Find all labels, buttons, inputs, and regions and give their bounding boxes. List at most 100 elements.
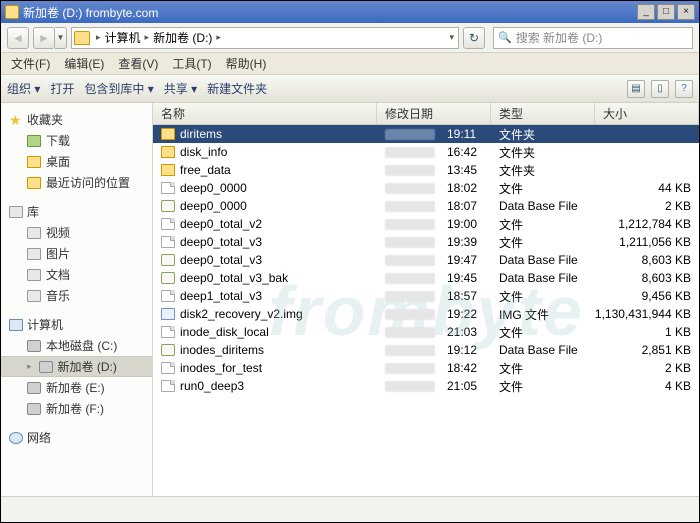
file-row[interactable]: free_data13:45文件夹 (153, 161, 699, 179)
preview-pane-button[interactable]: ▯ (651, 80, 669, 98)
file-row[interactable]: deep0_total_v219:00文件1,212,784 KB (153, 215, 699, 233)
sidebar-item-desktop[interactable]: 桌面 (1, 151, 152, 172)
file-row[interactable]: disk2_recovery_v2.img19:22IMG 文件1,130,43… (153, 305, 699, 323)
file-row[interactable]: deep0_total_v319:47Data Base File8,603 K… (153, 251, 699, 269)
column-name[interactable]: 名称 (153, 103, 377, 124)
redacted-date (385, 363, 435, 374)
file-row[interactable]: deep0_total_v319:39文件1,211,056 KB (153, 233, 699, 251)
file-list[interactable]: frombyte diritems19:11文件夹disk_info16:42文… (153, 125, 699, 496)
breadcrumb-computer[interactable]: 计算机 (103, 29, 143, 46)
disk-icon (27, 340, 41, 352)
file-row[interactable]: inode_disk_local21:03文件1 KB (153, 323, 699, 341)
sidebar-favorites-header[interactable]: ★收藏夹 (1, 109, 152, 130)
file-name: deep0_total_v3 (180, 235, 262, 249)
sidebar-item-video[interactable]: 视频 (1, 222, 152, 243)
file-type-cell: Data Base File (491, 343, 595, 357)
sidebar-item-documents[interactable]: 文档 (1, 264, 152, 285)
toolbar-include[interactable]: 包含到库中 ▾ (84, 80, 153, 97)
video-icon (27, 227, 41, 239)
sidebar-item-recent[interactable]: 最近访问的位置 (1, 172, 152, 193)
file-date-cell: 21:05 (377, 379, 491, 393)
sidebar-libraries-header[interactable]: 库 (1, 201, 152, 222)
sidebar-network-header[interactable]: 网络 (1, 427, 152, 448)
toolbar-share[interactable]: 共享 ▾ (164, 80, 197, 97)
chevron-right-icon: ▸ (27, 361, 32, 372)
back-button[interactable]: ◄ (7, 27, 29, 49)
file-time: 18:42 (447, 361, 477, 375)
minimize-button[interactable]: _ (637, 4, 655, 20)
file-row[interactable]: deep1_total_v318:57文件9,456 KB (153, 287, 699, 305)
file-size-cell: 2 KB (595, 199, 699, 213)
titlebar[interactable]: 新加卷 (D:) frombyte.com _ □ × (1, 1, 699, 23)
file-row[interactable]: run0_deep321:05文件4 KB (153, 377, 699, 395)
nav-history-dropdown[interactable]: ▼ (55, 27, 67, 49)
column-type[interactable]: 类型 (491, 103, 595, 124)
file-name-cell: deep1_total_v3 (153, 289, 377, 303)
close-button[interactable]: × (677, 4, 695, 20)
file-icon (161, 218, 175, 230)
file-row[interactable]: deep0_000018:07Data Base File2 KB (153, 197, 699, 215)
redacted-date (385, 273, 435, 284)
forward-button[interactable]: ► (33, 27, 55, 49)
file-row[interactable]: deep0_000018:02文件44 KB (153, 179, 699, 197)
refresh-button[interactable]: ↻ (463, 27, 485, 49)
file-size-cell: 4 KB (595, 379, 699, 393)
column-date[interactable]: 修改日期 (377, 103, 491, 124)
sidebar-computer-header[interactable]: 计算机 (1, 314, 152, 335)
menu-file[interactable]: 文件(F) (5, 53, 56, 74)
desktop-icon (27, 156, 41, 168)
menu-view[interactable]: 查看(V) (112, 53, 164, 74)
chevron-right-icon: ▸ (143, 32, 152, 43)
toolbar-open[interactable]: 打开 (50, 80, 74, 97)
file-name: inode_disk_local (180, 325, 269, 339)
file-name-cell: inode_disk_local (153, 325, 377, 339)
address-bar: ◄ ► ▼ ▸ 计算机 ▸ 新加卷 (D:) ▸ ▾ ↻ 🔍 搜索 新加卷 (D… (1, 23, 699, 53)
sidebar-item-pictures[interactable]: 图片 (1, 243, 152, 264)
sidebar-item-drive-f[interactable]: 新加卷 (F:) (1, 398, 152, 419)
folder-icon (161, 164, 175, 176)
arrow-right-icon: ► (38, 31, 50, 45)
content-body: ★收藏夹 下载 桌面 最近访问的位置 库 视频 图片 文档 音乐 计算机 本地磁… (1, 103, 699, 496)
disk-icon (27, 403, 41, 415)
document-icon (27, 269, 41, 281)
sidebar-item-drive-c[interactable]: 本地磁盘 (C:) (1, 335, 152, 356)
file-row[interactable]: diritems19:11文件夹 (153, 125, 699, 143)
maximize-button[interactable]: □ (657, 4, 675, 20)
file-name-cell: free_data (153, 163, 377, 177)
file-name-cell: deep0_0000 (153, 181, 377, 195)
sidebar-item-music[interactable]: 音乐 (1, 285, 152, 306)
file-name-cell: disk2_recovery_v2.img (153, 307, 377, 321)
redacted-date (385, 237, 435, 248)
chevron-down-icon[interactable]: ▾ (447, 32, 456, 43)
sidebar-item-drive-d[interactable]: ▸新加卷 (D:) (1, 356, 152, 377)
sidebar-item-downloads[interactable]: 下载 (1, 130, 152, 151)
computer-icon (9, 319, 23, 331)
file-row[interactable]: inodes_diritems19:12Data Base File2,851 … (153, 341, 699, 359)
sidebar-item-drive-e[interactable]: 新加卷 (E:) (1, 377, 152, 398)
menu-edit[interactable]: 编辑(E) (58, 53, 110, 74)
column-size[interactable]: 大小 (595, 103, 699, 124)
file-row[interactable]: disk_info16:42文件夹 (153, 143, 699, 161)
view-options-button[interactable]: ▤ (627, 80, 645, 98)
file-row[interactable]: deep0_total_v3_bak19:45Data Base File8,6… (153, 269, 699, 287)
disk-icon (39, 361, 53, 373)
breadcrumb[interactable]: ▸ 计算机 ▸ 新加卷 (D:) ▸ ▾ (71, 27, 459, 49)
toolbar-newfolder[interactable]: 新建文件夹 (207, 80, 267, 97)
menu-help[interactable]: 帮助(H) (220, 53, 273, 74)
file-time: 19:39 (447, 235, 477, 249)
breadcrumb-drive[interactable]: 新加卷 (D:) (151, 29, 214, 46)
file-icon (161, 362, 175, 374)
file-type-cell: 文件夹 (491, 144, 595, 161)
toolbar-organize[interactable]: 组织 ▾ (7, 80, 40, 97)
file-name: disk2_recovery_v2.img (180, 307, 303, 321)
file-name: run0_deep3 (180, 379, 244, 393)
sidebar-libraries-group: 库 视频 图片 文档 音乐 (1, 201, 152, 306)
redacted-date (385, 219, 435, 230)
star-icon: ★ (9, 114, 23, 126)
file-list-pane: 名称 修改日期 类型 大小 frombyte diritems19:11文件夹d… (153, 103, 699, 496)
search-input[interactable]: 🔍 搜索 新加卷 (D:) (493, 27, 693, 49)
music-icon (27, 290, 41, 302)
help-button[interactable]: ? (675, 80, 693, 98)
file-row[interactable]: inodes_for_test18:42文件2 KB (153, 359, 699, 377)
menu-tools[interactable]: 工具(T) (166, 53, 217, 74)
